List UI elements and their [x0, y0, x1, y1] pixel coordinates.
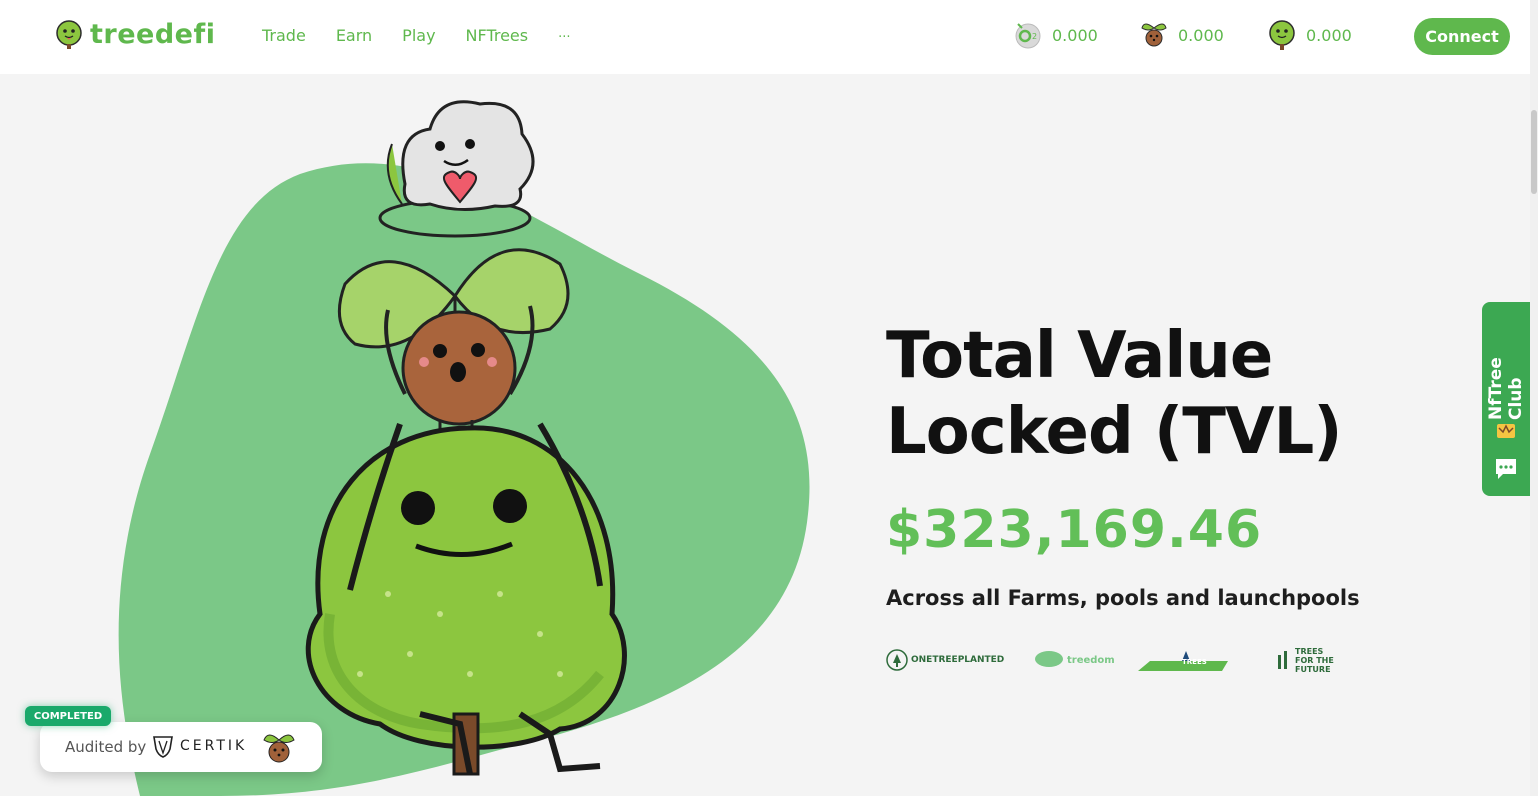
partner-treedom[interactable]: treedom [1034, 644, 1115, 676]
brand-logo[interactable]: treedefi [54, 18, 216, 50]
audit-completed-badge: COMPLETED [25, 706, 111, 726]
nav-trade[interactable]: Trade [262, 26, 306, 45]
auditor-name: CERTIK [180, 738, 248, 754]
certik-shield-icon [153, 736, 173, 758]
tvl-subtitle: Across all Farms, pools and launchpools [886, 586, 1360, 610]
partner-onetreeplanted-label: ONETREEPLANTED [911, 655, 1005, 665]
co2-balance[interactable]: 2 0.000 [1012, 18, 1098, 52]
crown-icon [1497, 424, 1515, 438]
brand-name: treedefi [90, 18, 216, 50]
seed-mascot-icon [263, 734, 295, 763]
partner-trees-label: TREES [1182, 658, 1207, 666]
co2-balance-value: 0.000 [1052, 25, 1098, 45]
nav-more[interactable]: ... [558, 26, 570, 45]
tree-token-icon [1269, 20, 1295, 50]
seed-balance-value: 0.000 [1178, 25, 1224, 45]
chat-icon[interactable] [1493, 456, 1519, 482]
partner-treesforthefuture[interactable]: TREES FOR THE FUTURE [1274, 644, 1335, 676]
nav-play[interactable]: Play [402, 26, 435, 45]
main-nav: Trade Earn Play NFTrees ... [262, 26, 601, 45]
partner-treedom-label: treedom [1067, 654, 1115, 666]
partner-trees[interactable]: TREES [1138, 644, 1228, 676]
partner-treesforthefuture-label: TREES FOR THE FUTURE [1295, 646, 1334, 674]
tree-balance-value: 0.000 [1306, 25, 1352, 45]
hero-illustration [118, 100, 810, 796]
nftree-club-tab[interactable]: NfTree Club [1482, 302, 1530, 496]
nftree-club-label: NfTree Club [1486, 357, 1526, 420]
top-navbar: treedefi Trade Earn Play NFTrees ... 2 0… [0, 0, 1530, 74]
tvl-title: Total Value Locked (TVL) [886, 319, 1343, 469]
co2-token-icon: 2 [1015, 23, 1041, 49]
trees-future-icon [1278, 651, 1287, 669]
connect-wallet-button[interactable]: Connect [1414, 18, 1510, 55]
nav-nftrees[interactable]: NFTrees [466, 26, 529, 45]
seed-balance[interactable]: 0.000 [1138, 18, 1224, 52]
audit-label: Audited by [65, 738, 147, 756]
seed-token-icon [1141, 23, 1167, 47]
nav-earn[interactable]: Earn [336, 26, 372, 45]
onetreeplanted-icon [886, 649, 908, 671]
treedom-icon [1035, 651, 1063, 667]
partner-logos: ONETREEPLANTED treedom TREES TREES FOR T… [886, 644, 1336, 676]
scrollbar-thumb[interactable] [1531, 110, 1537, 194]
audit-card[interactable]: Audited by CERTIK [40, 722, 322, 772]
partner-onetreeplanted[interactable]: ONETREEPLANTED [886, 644, 1004, 676]
svg-text:2: 2 [1032, 32, 1037, 41]
tvl-value: $323,169.46 [886, 500, 1263, 560]
tree-balance[interactable]: 0.000 [1266, 18, 1352, 52]
tree-mascot-icon [56, 20, 82, 49]
page-scrollbar[interactable] [1530, 0, 1538, 796]
